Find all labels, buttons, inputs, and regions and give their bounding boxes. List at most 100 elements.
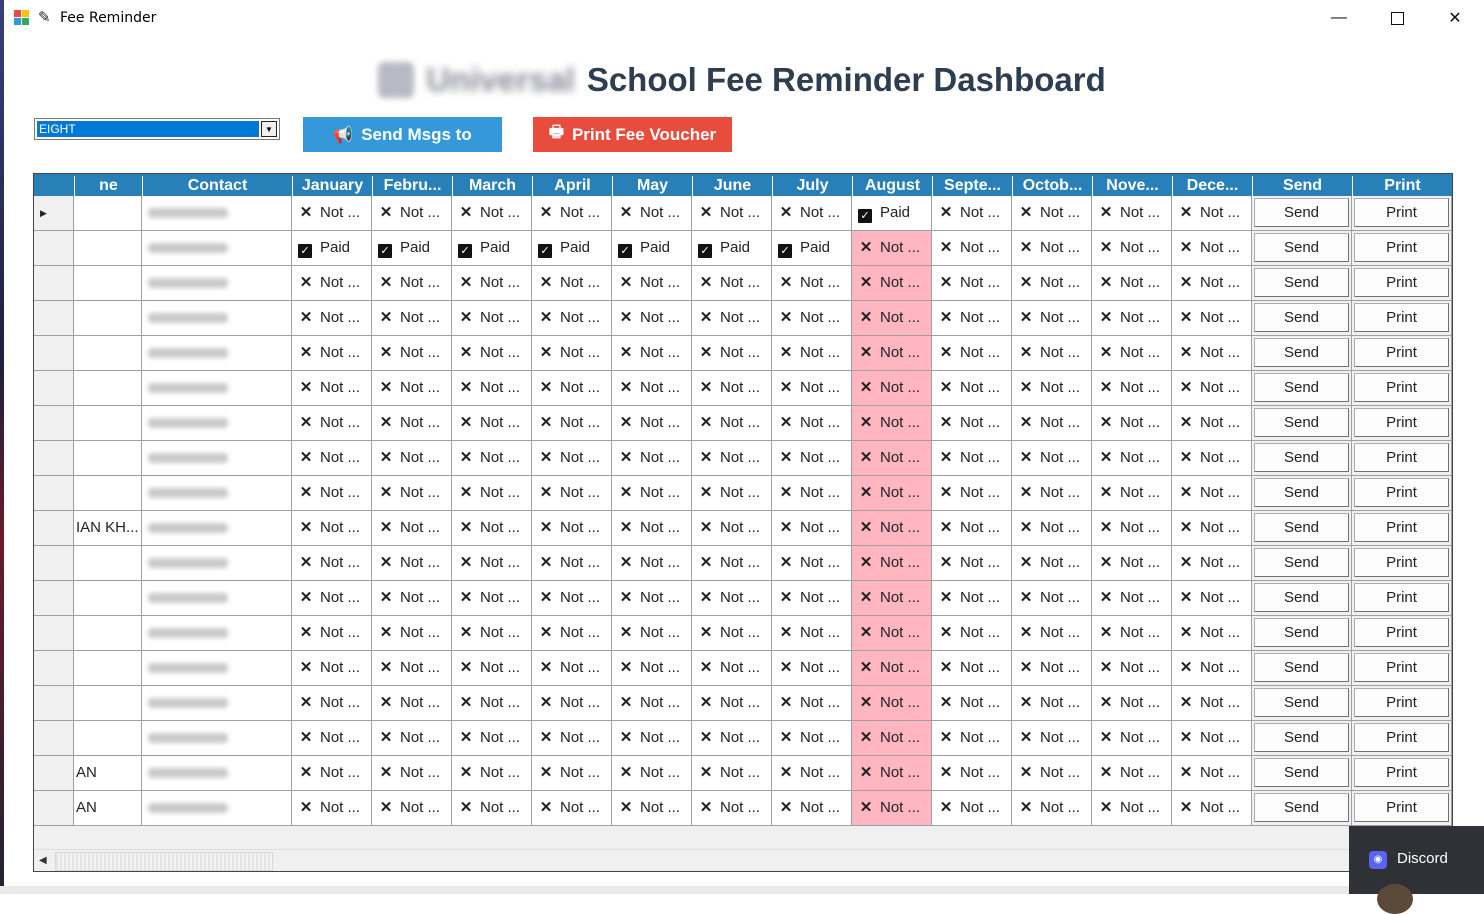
contact-cell[interactable] — [142, 476, 292, 511]
row-selector[interactable] — [34, 616, 74, 651]
fee-status-cell[interactable]: ✕ Not ... — [852, 231, 932, 266]
send-button[interactable]: Send — [1254, 723, 1349, 752]
column-header[interactable]: Octob... — [1012, 176, 1092, 196]
fee-status-cell[interactable]: ✕ Not ... — [372, 406, 452, 441]
table-row[interactable]: ✕ Not ... ✕ Not ... ✕ Not ... ✕ Not ... ✕ Not ...… — [34, 336, 1452, 371]
fee-status-cell[interactable]: ✕ Not ... — [692, 616, 772, 651]
fee-status-cell[interactable]: ✕ Not ... — [692, 196, 772, 231]
table-row[interactable]: ✕ Not ... ✕ Not ... ✕ Not ... ✕ Not ... ✕ Not ...… — [34, 266, 1452, 301]
fee-status-cell[interactable]: ✕ Not ... — [452, 581, 532, 616]
fee-status-cell[interactable]: ✕ Not ... — [1172, 686, 1252, 721]
fee-status-cell[interactable]: ✕ Not ... — [452, 371, 532, 406]
column-header[interactable]: Dece... — [1172, 176, 1252, 196]
send-button[interactable]: Send — [1254, 373, 1349, 402]
fee-status-cell[interactable]: ✕ Not ... — [772, 441, 852, 476]
fee-status-cell[interactable]: ✕ Not ... — [1012, 756, 1092, 791]
fee-status-cell[interactable]: ✕ Not ... — [692, 301, 772, 336]
fee-status-cell[interactable]: ✕ Not ... — [292, 651, 372, 686]
column-header[interactable]: January — [292, 176, 372, 196]
fee-status-cell[interactable]: ✕ Not ... — [292, 301, 372, 336]
fee-status-cell[interactable]: ✕ Not ... — [452, 721, 532, 756]
fee-status-cell[interactable]: ✕ Not ... — [932, 336, 1012, 371]
fee-status-cell[interactable]: ✕ Not ... — [1172, 336, 1252, 371]
fee-status-cell[interactable]: ✕ Not ... — [1172, 546, 1252, 581]
fee-status-cell[interactable]: ✕ Not ... — [1092, 301, 1172, 336]
contact-cell[interactable] — [142, 511, 292, 546]
fee-status-cell[interactable]: ✕ Not ... — [612, 266, 692, 301]
fee-status-cell[interactable]: ✕ Not ... — [452, 266, 532, 301]
fee-status-cell[interactable]: ✓ Paid — [452, 231, 532, 266]
fee-status-cell[interactable]: ✓ Paid — [692, 231, 772, 266]
fee-status-cell[interactable]: ✕ Not ... — [852, 686, 932, 721]
fee-status-cell[interactable]: ✕ Not ... — [772, 616, 852, 651]
fee-status-cell[interactable]: ✕ Not ... — [372, 196, 452, 231]
send-button[interactable]: Send — [1254, 198, 1349, 227]
fee-status-cell[interactable]: ✕ Not ... — [852, 511, 932, 546]
fee-status-cell[interactable]: ✕ Not ... — [372, 266, 452, 301]
fee-status-cell[interactable]: ✕ Not ... — [1172, 406, 1252, 441]
fee-status-cell[interactable]: ✕ Not ... — [292, 581, 372, 616]
fee-status-cell[interactable]: ✕ Not ... — [292, 441, 372, 476]
print-button[interactable]: Print — [1354, 268, 1449, 297]
fee-status-cell[interactable]: ✕ Not ... — [932, 756, 1012, 791]
contact-cell[interactable] — [142, 266, 292, 301]
fee-status-cell[interactable]: ✕ Not ... — [452, 301, 532, 336]
fee-status-cell[interactable]: ✕ Not ... — [1092, 511, 1172, 546]
fee-status-cell[interactable]: ✕ Not ... — [532, 651, 612, 686]
send-button[interactable]: Send — [1254, 303, 1349, 332]
fee-status-cell[interactable]: ✕ Not ... — [772, 196, 852, 231]
row-selector[interactable] — [34, 301, 74, 336]
contact-cell[interactable] — [142, 721, 292, 756]
print-button[interactable]: Print — [1354, 548, 1449, 577]
contact-cell[interactable] — [142, 231, 292, 266]
column-header[interactable]: Nove... — [1092, 176, 1172, 196]
send-button[interactable]: Send — [1254, 233, 1349, 262]
fee-status-cell[interactable]: ✕ Not ... — [372, 581, 452, 616]
send-button[interactable]: Send — [1254, 408, 1349, 437]
fee-status-cell[interactable]: ✕ Not ... — [932, 231, 1012, 266]
fee-status-cell[interactable]: ✕ Not ... — [292, 336, 372, 371]
print-button[interactable]: Print — [1354, 653, 1449, 682]
fee-status-cell[interactable]: ✕ Not ... — [1092, 196, 1172, 231]
fee-status-cell[interactable]: ✕ Not ... — [292, 756, 372, 791]
contact-cell[interactable] — [142, 441, 292, 476]
table-row[interactable]: ✕ Not ... ✕ Not ... ✕ Not ... ✕ Not ... ✕ Not ...… — [34, 686, 1452, 721]
fee-status-cell[interactable]: ✕ Not ... — [1092, 756, 1172, 791]
maximize-button[interactable] — [1368, 0, 1426, 36]
table-row[interactable]: ✕ Not ... ✕ Not ... ✕ Not ... ✕ Not ... ✕ Not ...… — [34, 616, 1452, 651]
print-button[interactable]: Print — [1354, 758, 1449, 787]
fee-status-cell[interactable]: ✕ Not ... — [772, 651, 852, 686]
row-selector[interactable] — [34, 266, 74, 301]
fee-status-cell[interactable]: ✕ Not ... — [932, 616, 1012, 651]
fee-status-cell[interactable]: ✕ Not ... — [1172, 616, 1252, 651]
fee-status-cell[interactable]: ✕ Not ... — [1092, 406, 1172, 441]
table-row[interactable]: ✕ Not ... ✕ Not ... ✕ Not ... ✕ Not ... ✕ Not ...… — [34, 371, 1452, 406]
fee-status-cell[interactable]: ✕ Not ... — [692, 371, 772, 406]
contact-cell[interactable] — [142, 406, 292, 441]
row-selector[interactable] — [34, 476, 74, 511]
row-selector[interactable] — [34, 231, 74, 266]
fee-status-cell[interactable]: ✕ Not ... — [612, 546, 692, 581]
table-row[interactable]: ✓ Paid ✓ Paid ✓ Paid ✓ Paid ✓ Paid ✓ Paid ✓ Paid ✕ Not … — [34, 231, 1452, 266]
fee-status-cell[interactable]: ✕ Not ... — [532, 476, 612, 511]
row-selector[interactable] — [34, 546, 74, 581]
print-button[interactable]: Print — [1354, 338, 1449, 367]
contact-cell[interactable] — [142, 791, 292, 826]
fee-status-cell[interactable]: ✕ Not ... — [932, 476, 1012, 511]
fee-status-cell[interactable]: ✕ Not ... — [1172, 266, 1252, 301]
fee-status-cell[interactable]: ✕ Not ... — [692, 791, 772, 826]
fee-status-cell[interactable]: ✕ Not ... — [1012, 196, 1092, 231]
fee-status-cell[interactable]: ✕ Not ... — [932, 406, 1012, 441]
table-row[interactable]: ✕ Not ... ✕ Not ... ✕ Not ... ✕ Not ... ✕ Not ...… — [34, 301, 1452, 336]
fee-status-cell[interactable]: ✕ Not ... — [452, 651, 532, 686]
table-row[interactable]: ✕ Not ... ✕ Not ... ✕ Not ... ✕ Not ... ✕ Not ...… — [34, 546, 1452, 581]
student-name-cell[interactable] — [74, 721, 142, 756]
fee-status-cell[interactable]: ✕ Not ... — [612, 336, 692, 371]
fee-status-cell[interactable]: ✕ Not ... — [1012, 371, 1092, 406]
table-row[interactable]: ✕ Not ... ✕ Not ... ✕ Not ... ✕ Not ... ✕ Not ...… — [34, 581, 1452, 616]
fee-status-cell[interactable]: ✕ Not ... — [852, 441, 932, 476]
student-name-cell[interactable] — [74, 336, 142, 371]
fee-status-cell[interactable]: ✕ Not ... — [852, 616, 932, 651]
fee-status-cell[interactable]: ✕ Not ... — [1092, 441, 1172, 476]
fee-status-cell[interactable]: ✕ Not ... — [612, 686, 692, 721]
